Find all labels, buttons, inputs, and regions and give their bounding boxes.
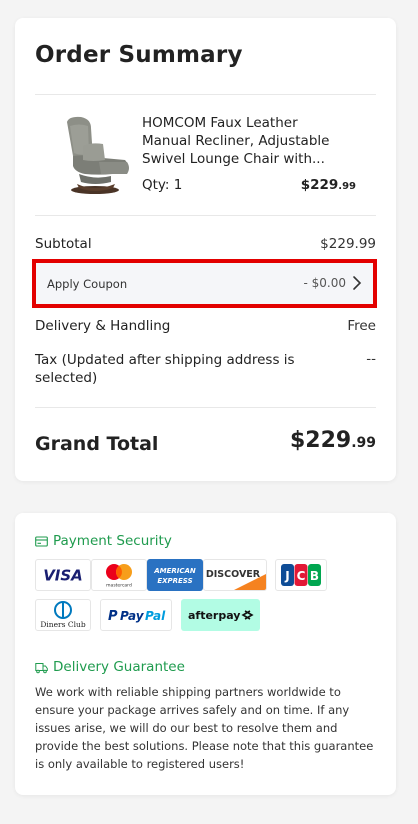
product-price: $229.99 [301,177,356,193]
payment-security-label: Payment Security [53,533,172,549]
paypal-logo: P Pay Pal [100,599,172,631]
credit-card-icon [35,535,48,547]
svg-text:Pay: Pay [120,609,145,623]
delivery-label: Delivery & Handling [35,318,171,334]
order-summary-card: Order Summary HOMCOM Faux Leather Manual… [15,18,396,481]
discover-logo: DISCOVER [203,559,267,591]
delivery-guarantee-label: Delivery Guarantee [53,659,185,675]
subtotal-value: $229.99 [320,236,376,252]
recliner-chair-image[interactable] [55,114,131,196]
coupon-label: Apply Coupon [47,277,128,291]
divider [35,215,376,216]
mastercard-text: mastercard [106,583,132,589]
svg-text:J: J [284,569,289,583]
tax-value: -- [366,351,376,367]
divider [35,94,376,95]
grand-total-value: $229.99 [290,428,376,453]
svg-text:P: P [108,609,118,624]
delivery-guarantee-heading: Delivery Guarantee [35,659,185,675]
product-qty: Qty: 1 [142,177,183,193]
afterpay-logo: afterpay [181,599,260,631]
grand-total-cents: .99 [351,435,376,451]
delivery-value: Free [347,318,376,334]
delivery-truck-icon [35,662,48,673]
tax-label: Tax (Updated after shipping address is s… [35,352,295,386]
product-name[interactable]: HOMCOM Faux Leather Manual Recliner, Adj… [142,114,342,168]
product-price-main: $229 [300,177,339,193]
visa-logo: VISA [35,559,91,591]
order-summary-title: Order Summary [35,42,243,68]
svg-text:B: B [310,569,319,583]
afterpay-text: afterpay [188,609,240,622]
grand-total-main: $229 [289,428,352,453]
grand-total-label: Grand Total [35,433,159,455]
divider [35,407,376,408]
diners-club-logo: Diners Club [35,599,91,631]
product-price-cents: .99 [338,181,356,192]
coupon-value: - $0.00 [303,276,347,290]
svg-text:C: C [297,569,306,583]
discover-text: DISCOVER [206,569,261,580]
apply-coupon-button[interactable]: Apply Coupon - $0.00 [32,259,377,308]
visa-text: VISA [43,567,83,585]
security-card: Payment Security VISA mastercard AMERICA… [15,513,396,795]
subtotal-label: Subtotal [35,236,92,252]
delivery-guarantee-text: We work with reliable shipping partners … [35,685,374,771]
svg-text:Pal: Pal [145,609,166,623]
jcb-logo: J C B [275,559,327,591]
amex-logo: AMERICAN EXPRESS [147,559,203,591]
amex-text-bottom: EXPRESS [157,577,192,585]
payment-security-heading: Payment Security [35,533,172,549]
chevron-right-icon [353,276,362,290]
diners-club-text: Diners Club [40,620,85,629]
mastercard-logo: mastercard [91,559,147,591]
amex-text-top: AMERICAN [153,567,196,575]
